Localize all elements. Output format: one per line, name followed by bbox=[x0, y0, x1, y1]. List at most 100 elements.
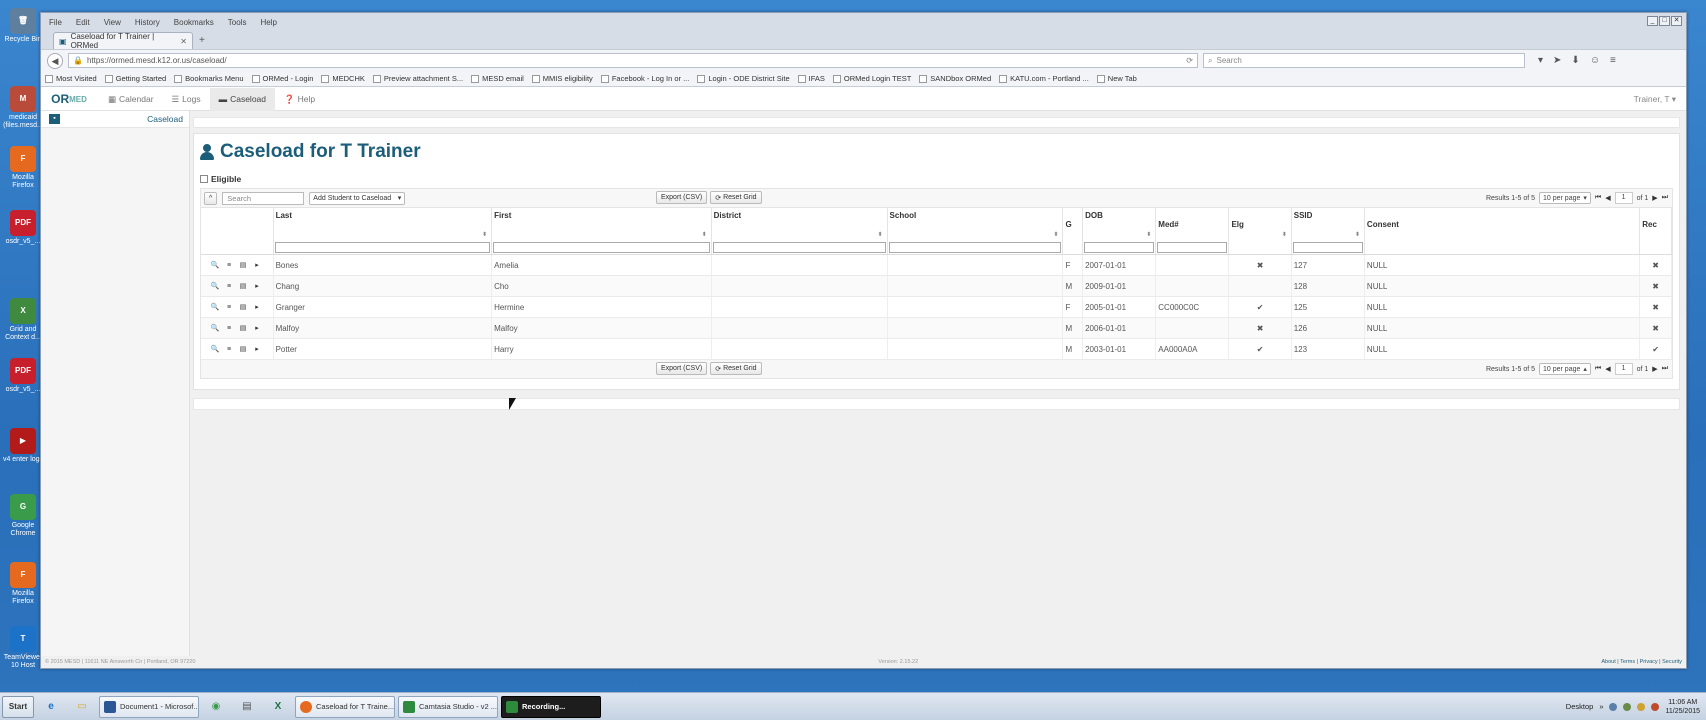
desktop-icon[interactable]: 🗑 Recycle Bin bbox=[2, 8, 44, 44]
menu-edit[interactable]: Edit bbox=[76, 18, 90, 27]
hamburger-menu-icon[interactable]: ≡ bbox=[1610, 55, 1616, 66]
export-csv-button-bottom[interactable]: Export (CSV) bbox=[656, 362, 708, 375]
list-icon[interactable]: ▤ bbox=[237, 260, 249, 271]
view-icon[interactable]: 🔍 bbox=[209, 323, 221, 334]
new-tab-button[interactable]: + bbox=[199, 35, 205, 46]
tray-expand-icon[interactable]: » bbox=[1599, 702, 1603, 711]
filter-dob-input[interactable] bbox=[1084, 241, 1155, 253]
last-page-icon[interactable]: ⏭ bbox=[1662, 365, 1668, 373]
col-last[interactable]: Last ⬍ bbox=[273, 207, 493, 241]
last-page-icon[interactable]: ⏭ bbox=[1662, 194, 1668, 202]
view-icon[interactable]: 🔍 bbox=[209, 281, 221, 292]
desktop-icon[interactable]: Mmedicaid (files.mesd... bbox=[2, 86, 44, 130]
per-page-select[interactable]: 10 per page ▴ bbox=[1539, 363, 1591, 375]
add-student-select[interactable]: Add Student to Caseload ▾ bbox=[309, 191, 406, 205]
filter-ssid-input[interactable] bbox=[1292, 241, 1363, 253]
filter-school-input[interactable] bbox=[888, 241, 1062, 253]
menu-file[interactable]: File bbox=[49, 18, 62, 27]
view-icon[interactable]: 🔍 bbox=[209, 302, 221, 313]
reset-grid-button[interactable]: ⟳ Reset Grid bbox=[710, 191, 762, 204]
chrome-icon[interactable]: ◉ bbox=[202, 696, 230, 718]
bookmark-item[interactable]: MESD email bbox=[471, 74, 524, 83]
col-medid[interactable]: Med# bbox=[1155, 207, 1230, 241]
col-school[interactable]: School ⬍ bbox=[887, 207, 1064, 241]
menu-bookmarks[interactable]: Bookmarks bbox=[174, 18, 214, 27]
col-g[interactable]: G bbox=[1062, 207, 1084, 241]
desktop-icon[interactable]: F Mozilla Firefox bbox=[2, 146, 44, 190]
nav-caseload[interactable]: ▬ Caseload bbox=[209, 87, 276, 111]
bookmark-item[interactable]: MMIS eligibility bbox=[531, 74, 593, 83]
expand-icon[interactable]: ▸ bbox=[251, 281, 263, 292]
nav-logs[interactable]: ☰ Logs bbox=[163, 88, 210, 111]
footer-links[interactable]: About | Terms | Privacy | Security bbox=[1601, 659, 1682, 665]
network-icon[interactable] bbox=[1609, 702, 1618, 711]
table-row[interactable]: 🔍 ≡ ▤ ▸ Bones Amelia F 2007-01-01 ✖ 127 NULL ✖ bbox=[201, 254, 1672, 276]
task-firefox[interactable]: Caseload for T Traine... bbox=[295, 695, 395, 718]
menu-help[interactable]: Help bbox=[260, 18, 276, 27]
calculator-icon[interactable]: ▤ bbox=[233, 696, 261, 718]
expand-icon[interactable]: ▸ bbox=[251, 302, 263, 313]
bookmark-item[interactable]: KATU.com - Portland ... bbox=[999, 74, 1089, 83]
ormed-logo[interactable]: OR MED bbox=[41, 88, 97, 111]
start-button[interactable]: Start bbox=[2, 695, 34, 718]
view-icon[interactable]: 🔍 bbox=[209, 260, 221, 271]
grid-search-input[interactable]: Search bbox=[222, 191, 305, 205]
per-page-select[interactable]: 10 per page ▾ bbox=[1539, 192, 1591, 204]
clock[interactable]: 11:06 AM 11/25/2015 bbox=[1665, 698, 1700, 716]
menu-icon[interactable]: ≡ bbox=[223, 344, 235, 355]
sidebar-toggle-icon[interactable]: ▪ bbox=[49, 114, 60, 124]
bookmark-item[interactable]: MEDCHK bbox=[321, 74, 365, 83]
excel-icon[interactable]: X bbox=[264, 696, 292, 718]
task-camtasia[interactable]: Camtasia Studio - v2 ... bbox=[398, 695, 498, 718]
first-page-icon[interactable]: ⏮ bbox=[1595, 194, 1601, 202]
eligible-checkbox[interactable] bbox=[200, 175, 208, 183]
list-icon[interactable]: ▤ bbox=[237, 344, 249, 355]
col-district[interactable]: District ⬍ bbox=[711, 207, 888, 241]
page-input[interactable]: 1 bbox=[1614, 192, 1633, 204]
expand-icon[interactable]: ▸ bbox=[251, 344, 263, 355]
url-bar[interactable]: 🔒 https://ormed.mesd.k12.or.us/caseload/… bbox=[68, 53, 1198, 68]
list-icon[interactable]: ▤ bbox=[237, 281, 249, 292]
bookmark-item[interactable]: ORMed Login TEST bbox=[832, 74, 911, 83]
menu-icon[interactable]: ≡ bbox=[223, 281, 235, 292]
ie-icon[interactable]: e bbox=[37, 696, 65, 718]
bookmark-item[interactable]: New Tab bbox=[1096, 74, 1137, 83]
reset-grid-button-bottom[interactable]: ⟳ Reset Grid bbox=[710, 362, 762, 375]
chat-icon[interactable]: ☺ bbox=[1590, 55, 1600, 66]
desktop-icon[interactable]: PDF osdr_v5_... bbox=[2, 358, 44, 394]
page-input[interactable]: 1 bbox=[1614, 363, 1633, 375]
bookmark-item[interactable]: Most Visited bbox=[45, 74, 97, 83]
col-consent[interactable]: Consent bbox=[1364, 207, 1641, 241]
next-page-icon[interactable]: ▶ bbox=[1652, 365, 1657, 373]
col-first[interactable]: First ⬍ bbox=[491, 207, 712, 241]
sidebar-item-caseload[interactable]: ▪ Caseload bbox=[41, 111, 189, 128]
list-icon[interactable]: ▤ bbox=[237, 323, 249, 334]
menu-icon[interactable]: ≡ bbox=[223, 323, 235, 334]
bookmark-item[interactable]: Getting Started bbox=[104, 74, 166, 83]
menu-history[interactable]: History bbox=[135, 18, 160, 27]
first-page-icon[interactable]: ⏮ bbox=[1595, 365, 1601, 373]
user-menu[interactable]: Trainer, T ▾ bbox=[1634, 94, 1676, 105]
tab-caseload[interactable]: ▣ Caseload for T Trainer | ORMed ✕ bbox=[53, 32, 193, 50]
desktop-icon[interactable]: G Google Chrome bbox=[2, 494, 44, 538]
col-rec[interactable]: Rec bbox=[1639, 207, 1672, 241]
security-icon[interactable] bbox=[1637, 702, 1646, 711]
list-icon[interactable]: ▤ bbox=[237, 302, 249, 313]
view-icon[interactable]: 🔍 bbox=[209, 344, 221, 355]
desktop-icon[interactable]: F Mozilla Firefox bbox=[2, 562, 44, 606]
col-ssid[interactable]: SSID ⬍ bbox=[1291, 207, 1365, 241]
desktop-icon[interactable]: PDF osdr_v5_... bbox=[2, 210, 44, 246]
back-button[interactable]: ◀ bbox=[47, 52, 63, 69]
desktop-icon[interactable]: T TeamViewer 10 Host bbox=[2, 626, 44, 670]
table-row[interactable]: 🔍 ≡ ▤ ▸ Malfoy Malfoy M 2006-01-01 ✖ 126 NULL ✖ bbox=[201, 317, 1672, 339]
send-icon[interactable]: ➤ bbox=[1553, 55, 1561, 66]
col-dob[interactable]: DOB ⬍ bbox=[1082, 207, 1157, 241]
explorer-icon[interactable]: ▭ bbox=[68, 696, 96, 718]
download-icon[interactable]: ⬇ bbox=[1571, 55, 1579, 66]
filter-last-input[interactable] bbox=[274, 241, 491, 253]
tab-close-icon[interactable]: ✕ bbox=[180, 37, 187, 46]
expand-icon[interactable]: ▸ bbox=[251, 260, 263, 271]
desktop-icon[interactable]: X Grid and Context d... bbox=[2, 298, 44, 342]
volume-icon[interactable] bbox=[1623, 702, 1632, 711]
close-window-button[interactable]: ✕ bbox=[1671, 16, 1682, 26]
